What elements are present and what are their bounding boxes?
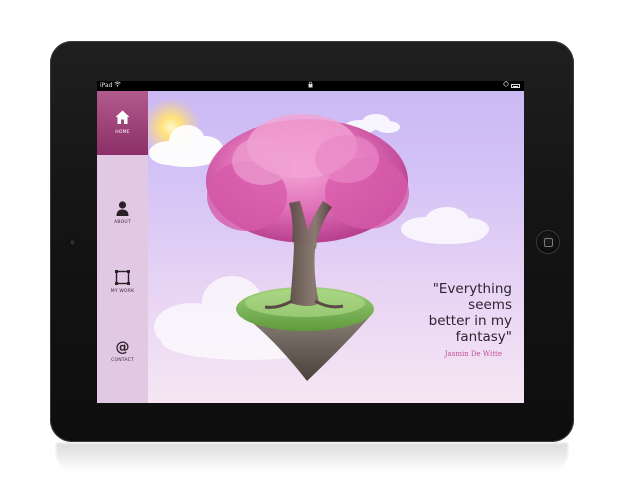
- nav-item-my-work[interactable]: MY WORK: [97, 259, 148, 325]
- quote-author: Jasmin De Witte: [444, 350, 502, 358]
- app-screen: iPad HOME ABOUT MY WORK @ CONTACT "Every…: [97, 81, 524, 403]
- home-icon: [115, 110, 130, 124]
- nav-item-home[interactable]: HOME: [97, 91, 148, 155]
- quote-line: better in my: [428, 313, 512, 329]
- nav-label-my-work: MY WORK: [110, 289, 135, 294]
- svg-text:@: @: [116, 340, 130, 356]
- lock-icon: [308, 81, 313, 92]
- device-reflection: [56, 443, 568, 473]
- frame-icon: [115, 270, 130, 285]
- quote-block: "Everything seems better in my fantasy" …: [406, 281, 524, 362]
- at-icon: @: [116, 340, 130, 356]
- quote-line: "Everything: [432, 281, 512, 297]
- orientation-lock-icon: [503, 81, 509, 91]
- nav-label-contact: CONTACT: [111, 358, 134, 363]
- status-carrier: iPad: [100, 82, 113, 89]
- nav-label-home: HOME: [115, 130, 130, 135]
- front-camera: [70, 240, 75, 245]
- quote-line: fantasy": [455, 329, 512, 345]
- nav-label-about: ABOUT: [114, 220, 131, 225]
- nav-item-contact[interactable]: @ CONTACT: [97, 328, 148, 394]
- sidebar-nav: HOME ABOUT MY WORK @ CONTACT: [97, 91, 148, 403]
- person-icon: [116, 201, 129, 216]
- wifi-icon: [114, 81, 121, 91]
- home-hardware-button[interactable]: [537, 231, 559, 253]
- nav-item-about[interactable]: ABOUT: [97, 190, 148, 256]
- battery-icon: [511, 84, 520, 88]
- status-bar: iPad: [97, 81, 524, 91]
- quote-line: seems: [468, 297, 512, 313]
